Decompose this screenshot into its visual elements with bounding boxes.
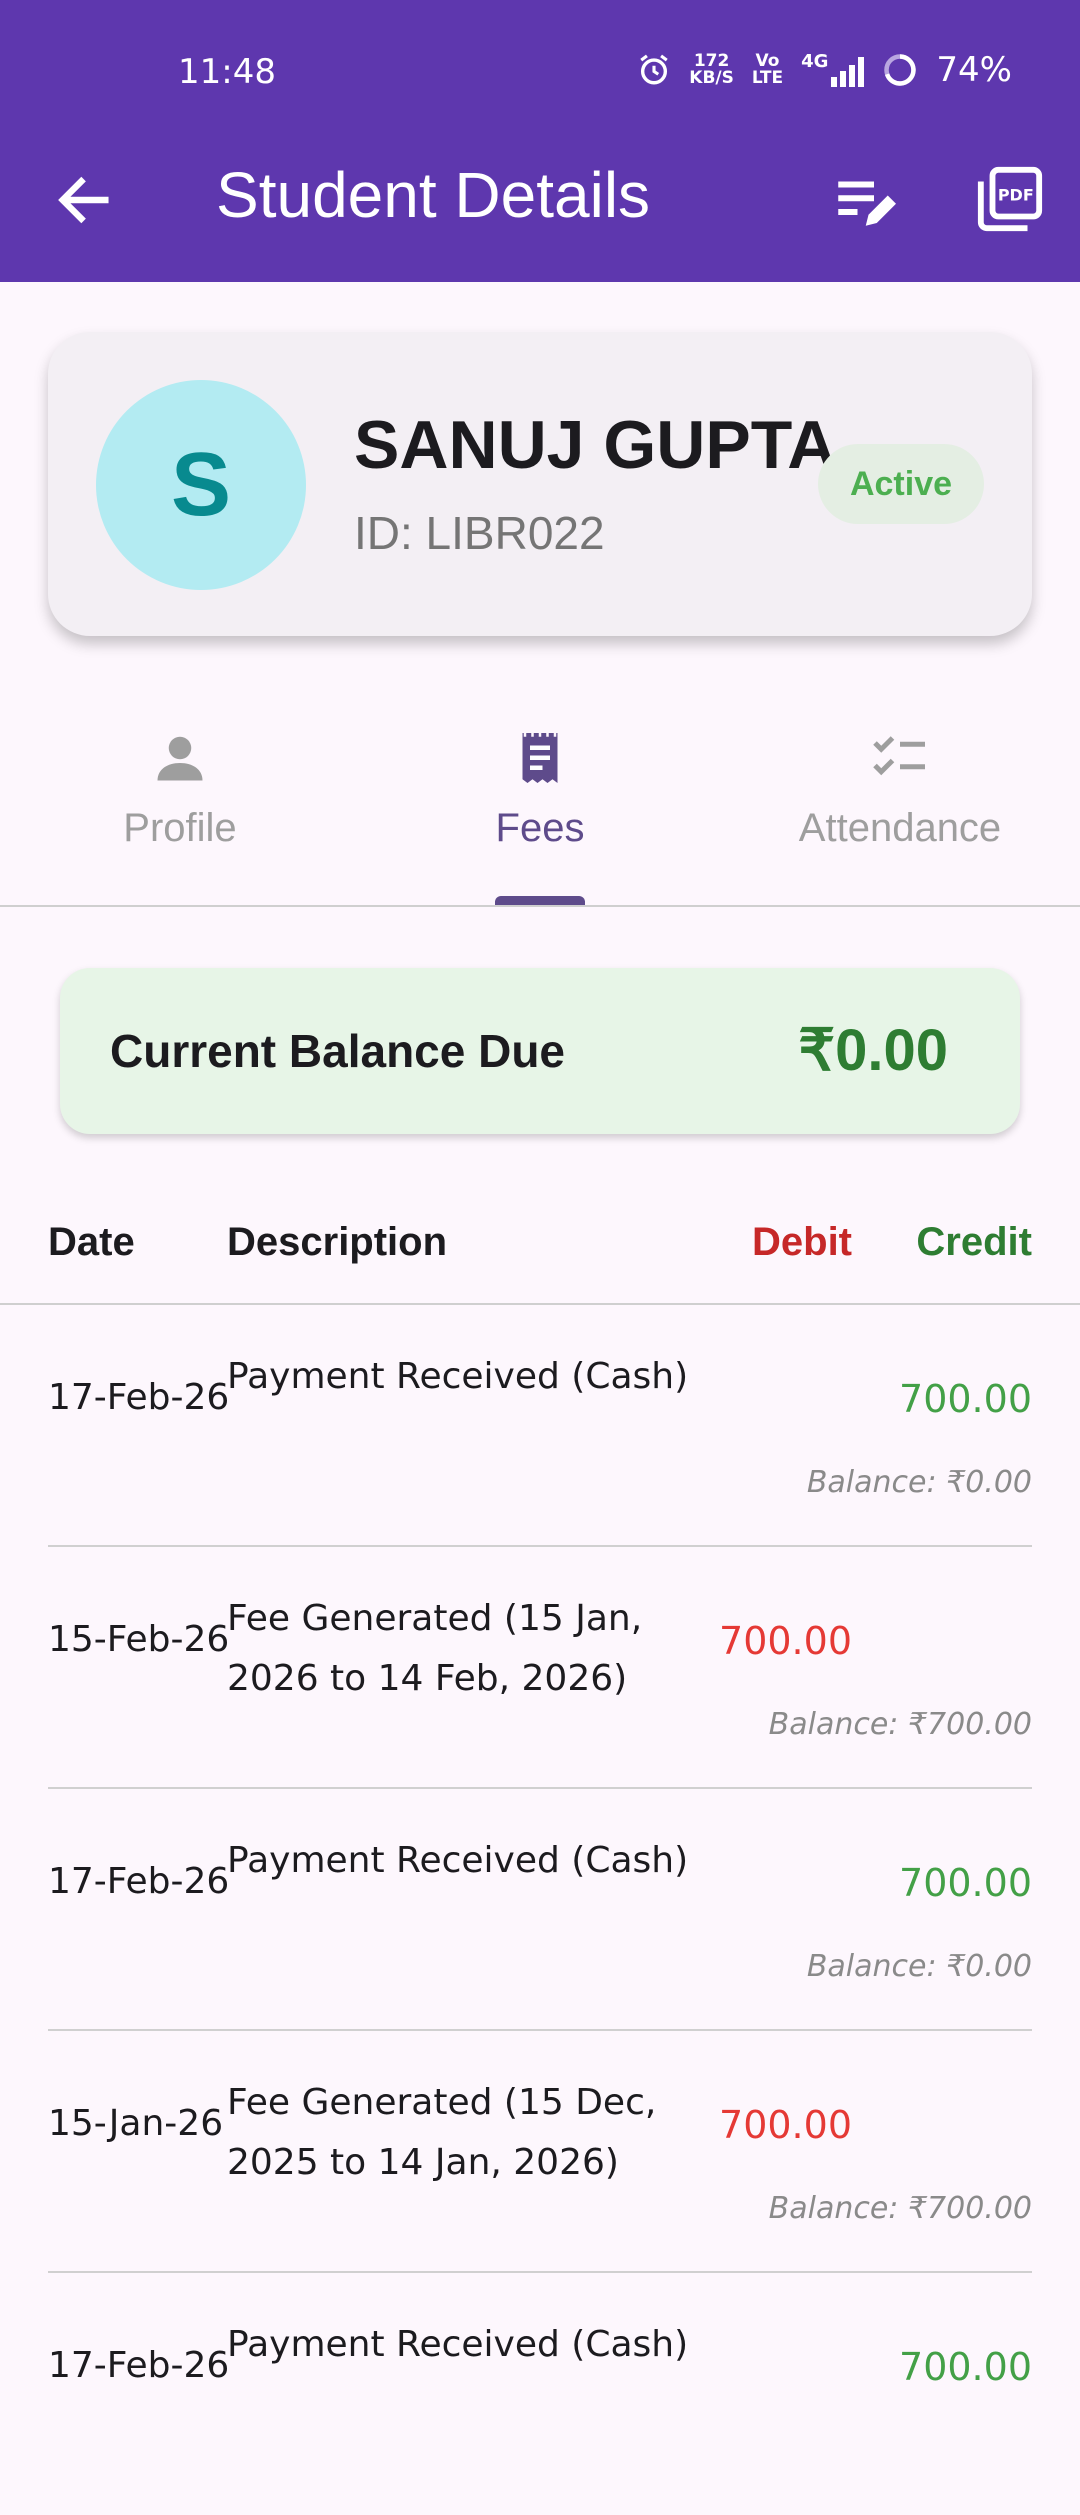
tab-divider bbox=[0, 905, 1080, 907]
row-balance: Balance: ₹700.00 bbox=[768, 1707, 1032, 1742]
row-date: 17-Feb-26 bbox=[48, 1377, 230, 1418]
arrow-back-icon[interactable] bbox=[52, 168, 116, 232]
row-balance: Balance: ₹700.00 bbox=[768, 2191, 1032, 2226]
battery-percent: 74% bbox=[936, 50, 1012, 90]
row-balance: Balance: ₹0.00 bbox=[806, 1949, 1032, 1984]
row-description: Payment Received (Cash) bbox=[227, 2324, 689, 2365]
net-speed-indicator: 172 KB/S bbox=[689, 51, 734, 88]
status-icons: 172 KB/S Vo LTE 4G 74% bbox=[637, 50, 1012, 90]
battery-ring-icon bbox=[884, 54, 917, 86]
row-description: Payment Received (Cash) bbox=[227, 1840, 689, 1881]
table-row: 17-Feb-26 Payment Received (Cash) 700.00… bbox=[0, 1305, 1080, 1547]
row-credit: 700.00 bbox=[899, 1377, 1032, 1421]
row-date: 17-Feb-26 bbox=[48, 2345, 230, 2386]
page-title: Student Details bbox=[216, 159, 651, 231]
header-debit: Debit bbox=[752, 1220, 852, 1264]
header-description: Description bbox=[227, 1220, 448, 1264]
tab-label-attendance: Attendance bbox=[798, 806, 1002, 850]
receipt-icon bbox=[522, 733, 558, 783]
table-row: 17-Feb-26 Payment Received (Cash) 700.00… bbox=[0, 1789, 1080, 2031]
person-icon bbox=[157, 736, 203, 781]
status-badge: Active bbox=[818, 444, 984, 524]
student-name: SANUJ GUPTA bbox=[354, 407, 837, 483]
app-bar: 11:48 172 KB/S Vo LTE 4G 74% Student Det… bbox=[0, 0, 1080, 282]
student-card: S SANUJ GUPTA ID: LIBR022 Active bbox=[48, 332, 1032, 636]
student-id: ID: LIBR022 bbox=[354, 507, 605, 559]
tab-fees[interactable]: Fees bbox=[360, 700, 720, 906]
tab-attendance[interactable]: Attendance bbox=[720, 700, 1080, 906]
balance-label: Current Balance Due bbox=[110, 1025, 566, 1077]
row-description: Payment Received (Cash) bbox=[227, 1356, 689, 1397]
header-date: Date bbox=[48, 1220, 135, 1264]
pdf-icon-label: PDF bbox=[998, 185, 1034, 204]
row-date: 15-Jan-26 bbox=[48, 2103, 224, 2144]
row-credit: 700.00 bbox=[899, 2345, 1032, 2389]
table-row: 15-Feb-26 Fee Generated (15 Jan, 2026 to… bbox=[0, 1547, 1080, 1789]
table-row: 15-Jan-26 Fee Generated (15 Dec, 2025 to… bbox=[0, 2031, 1080, 2273]
tab-label-profile: Profile bbox=[123, 806, 237, 850]
header-credit: Credit bbox=[916, 1220, 1032, 1264]
signal-icon: 4G bbox=[801, 53, 865, 87]
row-description: Fee Generated (15 Jan, 2026 to 14 Feb, 2… bbox=[227, 1598, 643, 1699]
row-date: 15-Feb-26 bbox=[48, 1619, 230, 1660]
tab-profile[interactable]: Profile bbox=[0, 700, 360, 906]
edit-list-icon[interactable] bbox=[830, 168, 896, 234]
status-time: 11:48 bbox=[178, 52, 276, 92]
table-row: 17-Feb-26 Payment Received (Cash) 700.00 bbox=[0, 2273, 1080, 2515]
ledger-header: Date Description Debit Credit bbox=[0, 1220, 1080, 1304]
row-description: Fee Generated (15 Dec, 2025 to 14 Jan, 2… bbox=[227, 2082, 657, 2183]
checklist-icon bbox=[873, 736, 925, 776]
volte-indicator: Vo LTE bbox=[751, 51, 784, 88]
row-date: 17-Feb-26 bbox=[48, 1861, 230, 1902]
balance-card: Current Balance Due ₹0.00 bbox=[60, 968, 1020, 1134]
tab-label-fees: Fees bbox=[495, 806, 585, 850]
balance-value: ₹0.00 bbox=[798, 1018, 948, 1083]
row-balance: Balance: ₹0.00 bbox=[806, 1465, 1032, 1500]
pdf-icon[interactable]: PDF bbox=[975, 164, 1045, 234]
tab-bar: Profile Fees Attendance bbox=[0, 700, 1080, 906]
avatar: S bbox=[96, 380, 306, 590]
row-credit: 700.00 bbox=[899, 1861, 1032, 1905]
row-debit: 700.00 bbox=[719, 2103, 852, 2147]
row-debit: 700.00 bbox=[719, 1619, 852, 1663]
alarm-icon bbox=[640, 54, 668, 85]
